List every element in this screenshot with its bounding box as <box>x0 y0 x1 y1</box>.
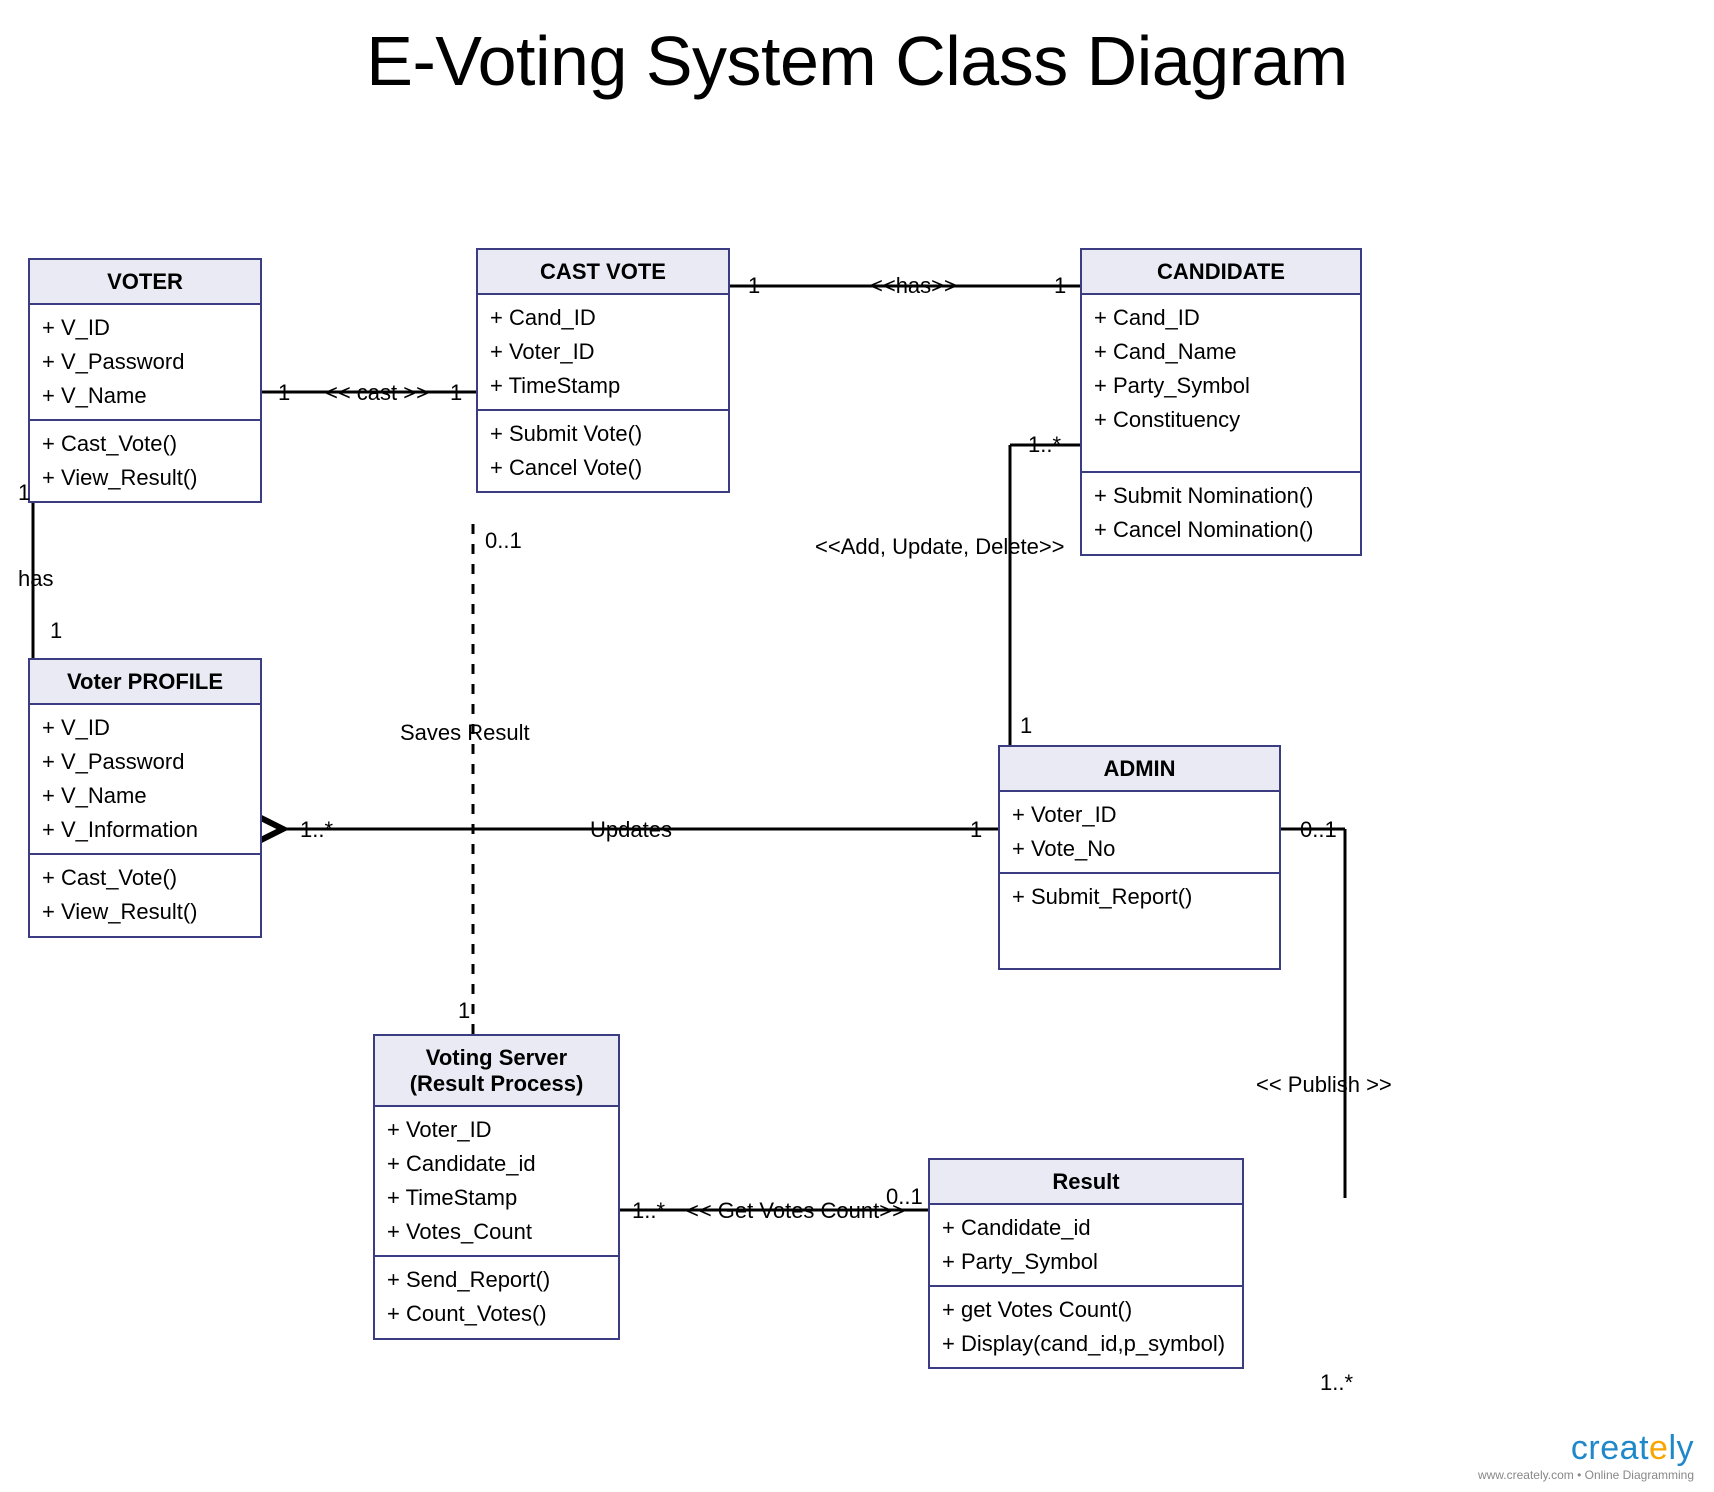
attr: + Voter_ID <box>387 1113 606 1147</box>
attr: + Candidate_id <box>387 1147 606 1181</box>
op: + Cast_Vote() <box>42 861 248 895</box>
attr: + Voter_ID <box>1012 798 1267 832</box>
attr: + Party_Symbol <box>1094 369 1348 403</box>
ops-section: + Submit Nomination() + Cancel Nominatio… <box>1082 471 1360 553</box>
edge-label-publish: << Publish >> <box>1256 1072 1392 1098</box>
attr: + Votes_Count <box>387 1215 606 1249</box>
attr-section: + Cand_ID + Voter_ID + TimeStamp <box>478 295 728 409</box>
op: + View_Result() <box>42 895 248 929</box>
attr: + V_Password <box>42 745 248 779</box>
class-title: CANDIDATE <box>1082 250 1360 295</box>
op: + get Votes Count() <box>942 1293 1230 1327</box>
attr: + Cand_Name <box>1094 335 1348 369</box>
brand-logo: creately <box>1478 1429 1694 1468</box>
class-title: Voter PROFILE <box>30 660 260 705</box>
attr: + Party_Symbol <box>942 1245 1230 1279</box>
attr-section: + Voter_ID + Vote_No <box>1000 792 1279 872</box>
ops-section: + Send_Report() + Count_Votes() <box>375 1255 618 1337</box>
mult: 1 <box>1054 273 1066 299</box>
op: + Cancel Vote() <box>490 451 716 485</box>
ops-section: + Cast_Vote() + View_Result() <box>30 419 260 501</box>
op: + Cancel Nomination() <box>1094 513 1348 547</box>
attr: + Voter_ID <box>490 335 716 369</box>
attr: + Constituency <box>1094 403 1348 437</box>
ops-section: + get Votes Count() + Display(cand_id,p_… <box>930 1285 1242 1367</box>
class-title: Result <box>930 1160 1242 1205</box>
op: + Submit Nomination() <box>1094 479 1348 513</box>
mult: 1..* <box>300 817 333 843</box>
mult: 1 <box>18 480 30 506</box>
mult: 1 <box>970 817 982 843</box>
attr: + Cand_ID <box>1094 301 1348 335</box>
op: + Count_Votes() <box>387 1297 606 1331</box>
attr-section: + V_ID + V_Password + V_Name + V_Informa… <box>30 705 260 853</box>
mult: 0..1 <box>485 528 522 554</box>
attr-section: + Voter_ID + Candidate_id + TimeStamp + … <box>375 1107 618 1255</box>
brand-subtext: www.creately.com • Online Diagramming <box>1478 1468 1694 1482</box>
mult: 1 <box>748 273 760 299</box>
attr: + V_ID <box>42 311 248 345</box>
class-result: Result + Candidate_id + Party_Symbol + g… <box>928 1158 1244 1369</box>
class-voting-server: Voting Server (Result Process) + Voter_I… <box>373 1034 620 1340</box>
class-cast-vote: CAST VOTE + Cand_ID + Voter_ID + TimeSta… <box>476 248 730 493</box>
attr-section: + Cand_ID + Cand_Name + Party_Symbol + C… <box>1082 295 1360 471</box>
op: + View_Result() <box>42 461 248 495</box>
ops-section: + Submit Vote() + Cancel Vote() <box>478 409 728 491</box>
brand-watermark: creately www.creately.com • Online Diagr… <box>1478 1429 1694 1482</box>
edge-label-saves: Saves Result <box>400 720 530 746</box>
attr-section: + V_ID + V_Password + V_Name <box>30 305 260 419</box>
mult: 1..* <box>1320 1370 1353 1396</box>
op: + Submit_Report() <box>1012 880 1267 914</box>
mult: 1..* <box>632 1198 665 1224</box>
op: + Cast_Vote() <box>42 427 248 461</box>
class-admin: ADMIN + Voter_ID + Vote_No + Submit_Repo… <box>998 745 1281 970</box>
ops-section: + Submit_Report() <box>1000 872 1279 920</box>
mult: 1..* <box>1028 432 1061 458</box>
op: + Submit Vote() <box>490 417 716 451</box>
edge-label-has-left: has <box>18 566 53 592</box>
attr: + V_Name <box>42 379 248 413</box>
edge-label-getvotes: << Get Votes Count>> <box>686 1198 905 1224</box>
class-title: VOTER <box>30 260 260 305</box>
attr: + TimeStamp <box>490 369 716 403</box>
attr: + Cand_ID <box>490 301 716 335</box>
class-title: Voting Server (Result Process) <box>375 1036 618 1107</box>
edge-label-adddel: <<Add, Update, Delete>> <box>815 534 1065 560</box>
diagram-title: E-Voting System Class Diagram <box>0 22 1714 100</box>
class-title-l2: (Result Process) <box>379 1071 614 1097</box>
ops-section: + Cast_Vote() + View_Result() <box>30 853 260 935</box>
class-title: ADMIN <box>1000 747 1279 792</box>
attr-section: + Candidate_id + Party_Symbol <box>930 1205 1242 1285</box>
mult: 1 <box>450 380 462 406</box>
class-voter-profile: Voter PROFILE + V_ID + V_Password + V_Na… <box>28 658 262 938</box>
mult: 1 <box>458 998 470 1024</box>
class-title: CAST VOTE <box>478 250 728 295</box>
class-voter: VOTER + V_ID + V_Password + V_Name + Cas… <box>28 258 262 503</box>
op: + Display(cand_id,p_symbol) <box>942 1327 1230 1361</box>
attr: + TimeStamp <box>387 1181 606 1215</box>
mult: 1 <box>1020 713 1032 739</box>
mult: 0..1 <box>1300 817 1337 843</box>
attr: + V_ID <box>42 711 248 745</box>
mult: 1 <box>278 380 290 406</box>
class-candidate: CANDIDATE + Cand_ID + Cand_Name + Party_… <box>1080 248 1362 556</box>
class-title-l1: Voting Server <box>379 1045 614 1071</box>
edge-label-updates: Updates <box>590 817 672 843</box>
edge-label-has: <<has>> <box>870 273 957 299</box>
mult: 1 <box>50 618 62 644</box>
mult: 0..1 <box>886 1184 923 1210</box>
attr: + Vote_No <box>1012 832 1267 866</box>
edge-label-cast: << cast >> <box>325 380 429 406</box>
attr: + V_Information <box>42 813 248 847</box>
op: + Send_Report() <box>387 1263 606 1297</box>
attr: + V_Password <box>42 345 248 379</box>
attr: + Candidate_id <box>942 1211 1230 1245</box>
attr: + V_Name <box>42 779 248 813</box>
